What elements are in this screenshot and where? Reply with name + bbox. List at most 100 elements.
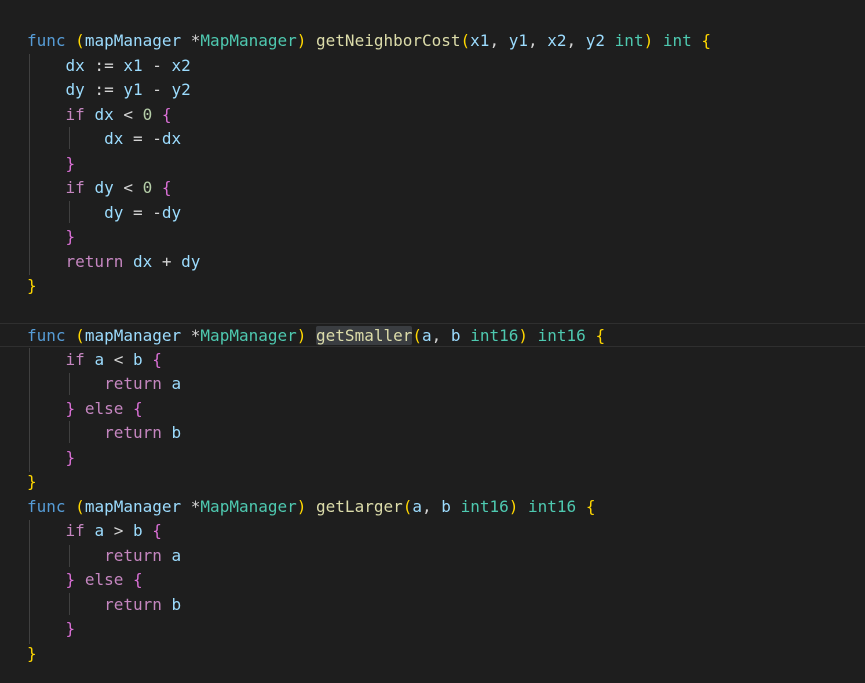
code-line[interactable]: } xyxy=(0,274,865,298)
code-line[interactable]: dy = -dy xyxy=(0,201,865,225)
code-line[interactable]: } else { xyxy=(0,397,865,421)
code-token: dy xyxy=(181,251,201,271)
code-token: MapManager xyxy=(200,31,297,50)
code-line[interactable]: } xyxy=(0,642,865,666)
code-editor[interactable]: func (mapManager *MapManager) getNeighbo… xyxy=(0,0,865,683)
code-token: x1 xyxy=(470,31,490,50)
code-token: MapManager xyxy=(200,496,297,516)
code-text: if dx < 0 { xyxy=(27,103,172,127)
code-line[interactable]: return a xyxy=(0,544,865,568)
code-token: } xyxy=(27,643,37,663)
code-text: } xyxy=(27,470,37,494)
code-token: ) xyxy=(518,326,528,345)
code-token: getNeighborCost xyxy=(316,31,461,50)
code-token: ) xyxy=(508,496,519,516)
code-token: func xyxy=(27,31,66,50)
code-token: b xyxy=(132,349,143,369)
code-text: dx = -dx xyxy=(27,127,181,151)
code-token: return xyxy=(104,594,162,614)
code-line[interactable]: if dy < 0 { xyxy=(0,176,865,200)
code-token: return xyxy=(104,545,162,565)
code-token: ) xyxy=(296,326,307,345)
code-token: , xyxy=(566,31,586,50)
code-token: if xyxy=(65,178,85,197)
code-token: } xyxy=(65,398,76,418)
code-token: } xyxy=(65,570,76,589)
code-token: * xyxy=(190,326,201,345)
code-line[interactable]: func (mapManager *MapManager) getSmaller… xyxy=(0,323,865,347)
code-token: ( xyxy=(412,326,422,345)
code-token: if xyxy=(65,349,85,369)
code-token: dy xyxy=(104,202,124,222)
code-line[interactable]: } xyxy=(0,152,865,176)
code-line[interactable]: } xyxy=(0,617,865,641)
code-token: y2 xyxy=(585,31,606,50)
code-token: if xyxy=(65,104,85,124)
code-text: dx := x1 - x2 xyxy=(27,54,191,78)
code-line[interactable]: } else { xyxy=(0,568,865,592)
code-token: int16 xyxy=(537,326,586,345)
code-token: ( xyxy=(75,496,85,516)
code-token: { xyxy=(161,104,172,124)
code-token: < xyxy=(104,349,133,369)
code-text: } else { xyxy=(27,397,143,421)
code-text: dy := y1 - y2 xyxy=(27,78,191,102)
code-text: func (mapManager *MapManager) getNeighbo… xyxy=(27,29,711,53)
code-line[interactable]: if a < b { xyxy=(0,348,865,372)
code-token: + xyxy=(152,251,182,271)
code-line[interactable]: } xyxy=(0,470,865,494)
code-text: if dy < 0 { xyxy=(27,176,172,200)
code-line[interactable]: dx := x1 - x2 xyxy=(0,54,865,78)
code-token: a xyxy=(171,374,182,393)
code-line[interactable]: if a > b { xyxy=(0,519,865,543)
code-line[interactable]: } xyxy=(0,446,865,470)
code-token: ) xyxy=(296,496,307,516)
code-token: x2 xyxy=(547,31,567,50)
code-text: } xyxy=(27,225,76,249)
code-token: a xyxy=(171,545,182,565)
code-line[interactable]: } xyxy=(0,225,865,249)
code-token: { xyxy=(152,521,162,540)
code-token: dy xyxy=(94,178,114,197)
code-line[interactable]: dx = -dx xyxy=(0,127,865,151)
code-token: ( xyxy=(75,31,85,50)
code-line[interactable]: func (mapManager *MapManager) getLarger(… xyxy=(0,495,865,519)
code-line[interactable]: return a xyxy=(0,372,865,396)
code-token: return xyxy=(65,251,124,271)
code-line[interactable]: func (mapManager *MapManager) getNeighbo… xyxy=(0,29,865,53)
code-line[interactable]: return b xyxy=(0,593,865,617)
code-text: return dx + dy xyxy=(27,250,201,274)
code-line[interactable]: if dx < 0 { xyxy=(0,103,865,127)
code-token: int xyxy=(662,31,692,50)
code-line[interactable]: return dx + dy xyxy=(0,250,865,274)
code-token: := xyxy=(84,55,124,75)
code-token: b xyxy=(171,594,182,614)
code-line[interactable]: return b xyxy=(0,421,865,445)
code-token: , xyxy=(489,31,509,50)
code-line[interactable] xyxy=(0,299,865,323)
code-line[interactable]: dy := y1 - y2 xyxy=(0,78,865,102)
code-token: 0 xyxy=(142,104,153,124)
code-token: , xyxy=(431,326,451,345)
code-token: ) xyxy=(643,31,654,50)
